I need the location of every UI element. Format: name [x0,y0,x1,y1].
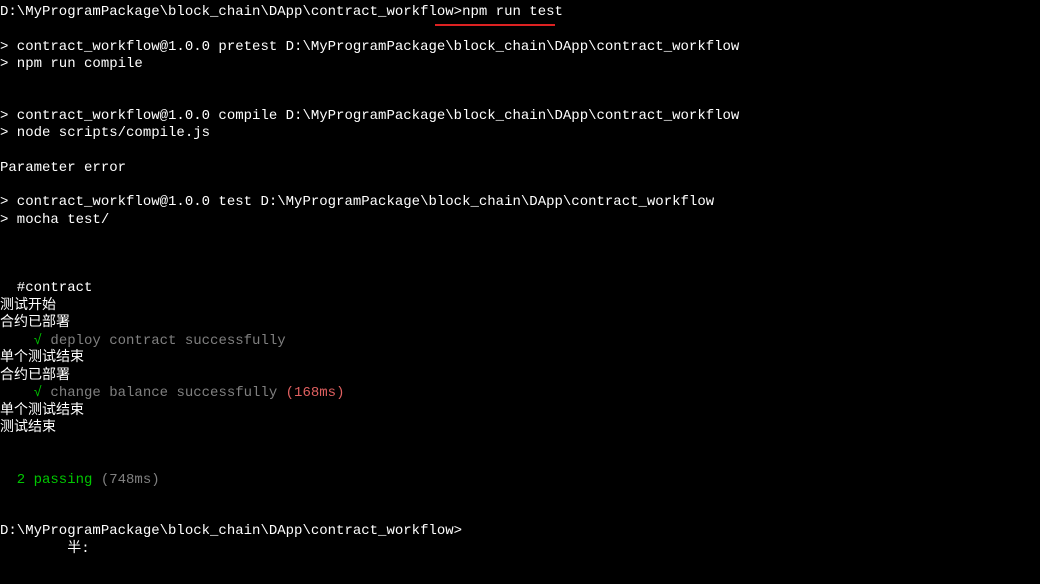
prompt-line: D:\MyProgramPackage\block_chain\DApp\con… [0,523,1040,541]
total-duration: (748ms) [101,472,160,488]
prompt-path: D:\MyProgramPackage\block_chain\DApp\con… [0,4,462,20]
blank-line [0,438,1040,455]
command-underline [435,24,555,26]
single-test-end: 单个测试结束 [0,350,1040,368]
blank-line [0,506,1040,523]
test-pass-deploy: √ deploy contract successfully [0,333,1040,351]
ime-indicator: 半: [0,541,1040,559]
typed-command: npm run test [462,4,563,20]
prompt-line: D:\MyProgramPackage\block_chain\DApp\con… [0,4,1040,22]
test-summary: 2 passing (748ms) [0,472,1040,490]
single-test-end: 单个测试结束 [0,403,1040,421]
terminal-output[interactable]: D:\MyProgramPackage\block_chain\DApp\con… [0,4,1040,558]
contract-label: #contract [0,280,1040,298]
passing-count: 2 passing [0,472,101,488]
parameter-error: Parameter error [0,160,1040,178]
blank-line [0,74,1040,91]
compile-header: > contract_workflow@1.0.0 compile D:\MyP… [0,108,1040,126]
blank-line [0,263,1040,280]
blank-line [0,455,1040,472]
test-pass-balance: √ change balance successfully (168ms) [0,385,1040,403]
blank-line [0,246,1040,263]
blank-line [0,177,1040,194]
test-duration: (168ms) [286,385,345,401]
compile-command: > node scripts/compile.js [0,125,1040,143]
pretest-command: > npm run compile [0,56,1040,74]
test-start: 测试开始 [0,298,1040,316]
check-icon: √ [0,333,42,349]
blank-line [0,91,1040,108]
test-end: 测试结束 [0,420,1040,438]
test-message: change balance successfully [42,385,286,401]
test-command: > mocha test/ [0,212,1040,230]
test-message: deploy contract successfully [42,333,286,349]
check-icon: √ [0,385,42,401]
blank-line [0,229,1040,246]
blank-line [0,489,1040,506]
blank-line [0,143,1040,160]
contract-deployed: 合约已部署 [0,315,1040,333]
test-header: > contract_workflow@1.0.0 test D:\MyProg… [0,194,1040,212]
contract-deployed: 合约已部署 [0,368,1040,386]
pretest-header: > contract_workflow@1.0.0 pretest D:\MyP… [0,39,1040,57]
